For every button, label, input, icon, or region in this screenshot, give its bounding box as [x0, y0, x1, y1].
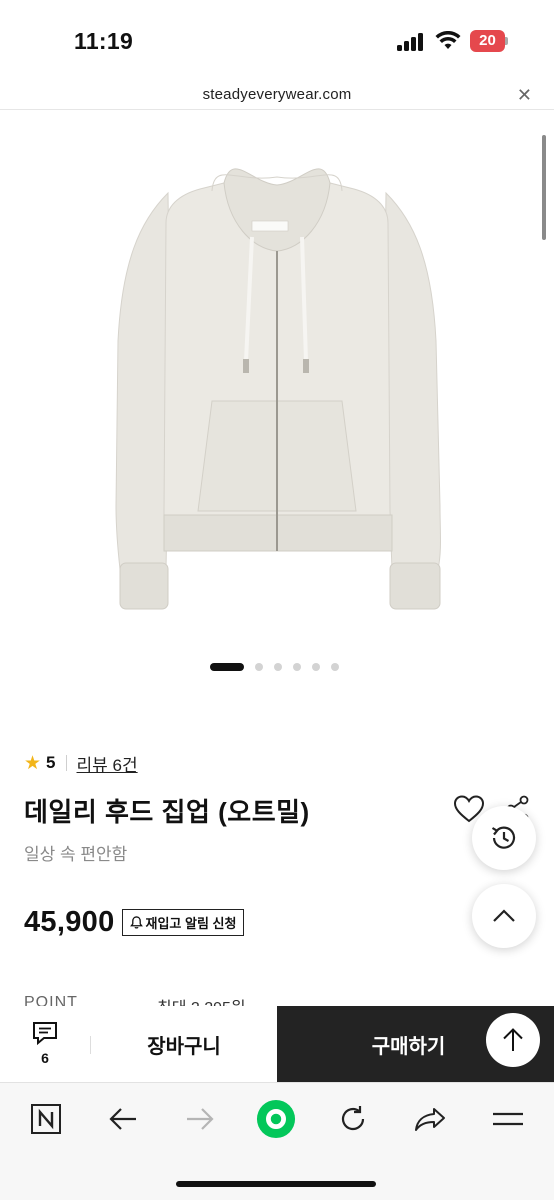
forward-button[interactable]	[180, 1099, 220, 1139]
refresh-icon	[341, 1106, 365, 1131]
carousel-dot[interactable]	[255, 663, 263, 671]
menu-icon	[493, 1112, 523, 1126]
home-icon	[256, 1099, 296, 1139]
close-icon[interactable]: ✕	[517, 85, 532, 106]
naver-button[interactable]	[26, 1099, 66, 1139]
chat-icon	[33, 1022, 57, 1046]
rating-row: ★ 5 리뷰 6건	[24, 750, 138, 776]
history-icon	[491, 826, 516, 849]
zip-hoodie-image	[115, 168, 441, 610]
share-page-button[interactable]	[410, 1099, 450, 1139]
cellular-signal-icon	[397, 33, 425, 51]
chat-count: 6	[41, 1050, 49, 1066]
scroll-to-top-button[interactable]	[472, 884, 536, 948]
carousel-dot[interactable]	[274, 663, 282, 671]
home-button[interactable]	[256, 1099, 296, 1139]
bell-icon	[129, 916, 143, 929]
url-bar[interactable]: steadyeverywear.com ✕	[0, 80, 554, 110]
divider	[65, 755, 67, 771]
recent-history-button[interactable]	[472, 806, 536, 870]
star-icon: ★	[24, 752, 42, 774]
refresh-button[interactable]	[333, 1099, 373, 1139]
chat-button[interactable]: 6	[0, 1006, 90, 1082]
carousel-dot[interactable]	[312, 663, 320, 671]
battery-level: 20	[470, 30, 505, 52]
buy-now-label: 구매하기	[371, 1035, 446, 1058]
arrow-up-icon	[503, 1028, 523, 1051]
carousel-dot[interactable]	[331, 663, 339, 671]
chevron-up-icon	[493, 909, 515, 922]
share-arrow-icon	[415, 1108, 445, 1131]
product-title: 데일리 후드 집업 (오트밀)	[24, 797, 310, 827]
carousel-dot[interactable]	[210, 663, 244, 671]
review-count-link[interactable]: 리뷰 6건	[77, 751, 138, 776]
battery-indicator: 20	[470, 30, 508, 52]
url-text[interactable]: steadyeverywear.com	[0, 86, 554, 103]
purchase-bar: 6 장바구니 구매하기	[0, 1006, 554, 1082]
add-to-cart-button[interactable]: 장바구니	[92, 1006, 276, 1082]
forward-arrow-icon	[187, 1108, 214, 1130]
product-price: 45,900	[24, 906, 115, 938]
price-row: 45,900 재입고 알림 신청	[24, 906, 245, 939]
restock-alert-label: 재입고 알림 신청	[145, 916, 237, 931]
status-bar: 11:19 20	[0, 0, 554, 80]
divider	[90, 1036, 91, 1054]
back-arrow-icon	[109, 1108, 136, 1130]
product-image[interactable]	[0, 111, 554, 651]
scrollbar-thumb[interactable]	[542, 135, 546, 240]
rating-value: 5	[46, 753, 56, 772]
naver-icon	[31, 1104, 61, 1134]
back-button[interactable]	[103, 1099, 143, 1139]
carousel-dot[interactable]	[293, 663, 301, 671]
home-indicator	[176, 1181, 376, 1187]
restock-alert-button[interactable]: 재입고 알림 신청	[121, 909, 245, 936]
scroll-up-button[interactable]	[486, 1013, 540, 1067]
battery-tip	[505, 37, 508, 45]
status-clock: 11:19	[74, 28, 134, 54]
carousel-indicator	[210, 662, 339, 672]
wifi-icon	[435, 31, 461, 49]
menu-button[interactable]	[488, 1099, 528, 1139]
product-subtitle: 일상 속 편안함	[24, 845, 128, 864]
